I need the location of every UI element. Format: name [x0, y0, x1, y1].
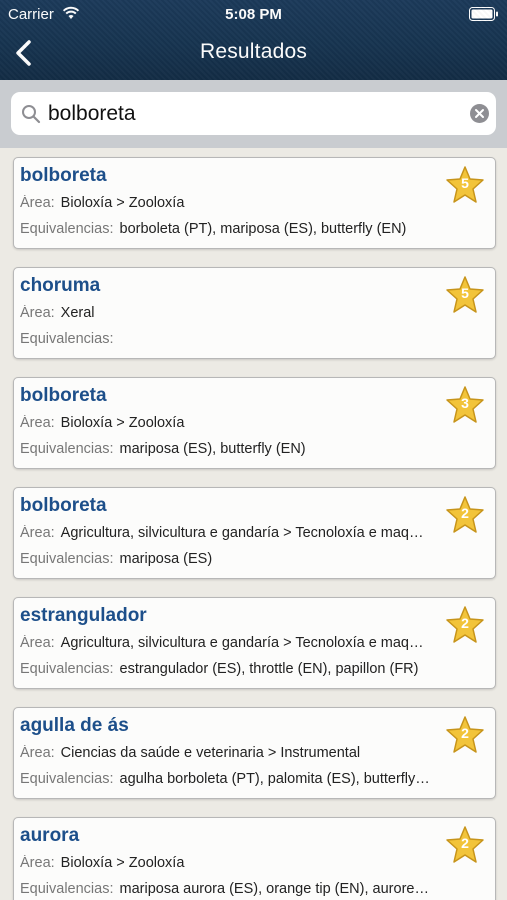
- result-equivalences-row: Equivalencias: borboleta (PT), mariposa (…: [20, 221, 440, 237]
- equivalences-label: Equivalencias:: [20, 551, 114, 567]
- search-input[interactable]: [48, 98, 458, 129]
- equivalences-label: Equivalencias:: [20, 771, 114, 787]
- area-label: Área:: [20, 525, 55, 541]
- result-equivalences-row: Equivalencias: mariposa (ES), butterfly (…: [20, 441, 440, 457]
- result-area-row: Área: Xeral: [20, 305, 440, 321]
- result-equivalences: mariposa (ES), butterfly (EN): [119, 441, 306, 457]
- result-equivalences: mariposa (ES): [119, 551, 213, 567]
- result-area-row: Área: Agricultura, silvicultura e gandarí…: [20, 525, 440, 541]
- result-term: choruma: [20, 275, 101, 296]
- results-list: bolboreta Área: Bioloxía > Zooloxía Equiv…: [0, 148, 507, 900]
- result-term: bolboreta: [20, 385, 107, 406]
- clear-search-icon[interactable]: [470, 104, 489, 123]
- rating-star-icon: 2: [445, 715, 485, 755]
- search-icon: [21, 104, 41, 129]
- rating-value: 2: [461, 505, 469, 521]
- result-equivalences-row: Equivalencias: mariposa aurora (ES), oran…: [20, 881, 440, 897]
- rating-value: 5: [461, 285, 469, 301]
- area-label: Área:: [20, 745, 55, 761]
- result-card[interactable]: estrangulador Área: Agricultura, silvicul…: [13, 597, 496, 689]
- rating-star-icon: 2: [445, 825, 485, 865]
- search-bar-container: [0, 80, 507, 148]
- navigation-bar: Resultados: [0, 28, 507, 80]
- result-term: bolboreta: [20, 165, 107, 186]
- result-area-row: Área: Agricultura, silvicultura e gandarí…: [20, 635, 440, 651]
- result-equivalences: mariposa aurora (ES), orange tip (EN), a…: [119, 881, 429, 897]
- equivalences-label: Equivalencias:: [20, 661, 114, 677]
- result-equivalences: agulha borboleta (PT), palomita (ES), bu…: [119, 771, 430, 787]
- rating-value: 2: [461, 835, 469, 851]
- result-area: Bioloxía > Zooloxía: [60, 415, 185, 431]
- equivalences-label: Equivalencias:: [20, 221, 114, 237]
- rating-value: 5: [461, 175, 469, 191]
- rating-star-icon: 3: [445, 385, 485, 425]
- area-label: Área:: [20, 195, 55, 211]
- status-bar: Carrier 5:08 PM: [0, 0, 507, 28]
- area-label: Área:: [20, 855, 55, 871]
- rating-star-icon: 2: [445, 605, 485, 645]
- result-area-row: Área: Bioloxía > Zooloxía: [20, 195, 440, 211]
- result-card[interactable]: bolboreta Área: Bioloxía > Zooloxía Equiv…: [13, 157, 496, 249]
- rating-value: 2: [461, 725, 469, 741]
- status-time: 5:08 PM: [225, 6, 282, 23]
- result-card[interactable]: bolboreta Área: Agricultura, silvicultura…: [13, 487, 496, 579]
- result-area: Agricultura, silvicultura e gandaría > T…: [60, 525, 424, 541]
- result-equivalences-row: Equivalencias: mariposa (ES): [20, 551, 440, 567]
- result-card[interactable]: aurora Área: Bioloxía > Zooloxía Equivale…: [13, 817, 496, 900]
- result-card[interactable]: choruma Área: Xeral Equivalencias: 5: [13, 267, 496, 359]
- equivalences-label: Equivalencias:: [20, 331, 114, 347]
- result-area: Bioloxía > Zooloxía: [60, 855, 185, 871]
- battery-icon: [469, 7, 499, 25]
- rating-star-icon: 5: [445, 275, 485, 315]
- top-bar: Carrier 5:08 PM Resultados: [0, 0, 507, 80]
- result-card[interactable]: agulla de ás Área: Ciencias da saúde e ve…: [13, 707, 496, 799]
- rating-star-icon: 5: [445, 165, 485, 205]
- result-equivalences-row: Equivalencias:: [20, 331, 440, 347]
- result-area: Xeral: [60, 305, 95, 321]
- equivalences-label: Equivalencias:: [20, 441, 114, 457]
- result-area-row: Área: Ciencias da saúde e veterinaria > I…: [20, 745, 440, 761]
- result-equivalences: estrangulador (ES), throttle (EN), papil…: [119, 661, 419, 677]
- area-label: Área:: [20, 635, 55, 651]
- result-term: bolboreta: [20, 495, 107, 516]
- result-area: Bioloxía > Zooloxía: [60, 195, 185, 211]
- result-term: aurora: [20, 825, 80, 846]
- result-term: estrangulador: [20, 605, 147, 626]
- result-equivalences: borboleta (PT), mariposa (ES), butterfly…: [119, 221, 407, 237]
- rating-star-icon: 2: [445, 495, 485, 535]
- rating-value: 3: [461, 395, 469, 411]
- result-area-row: Área: Bioloxía > Zooloxía: [20, 855, 440, 871]
- result-equivalences-row: Equivalencias: estrangulador (ES), thrott…: [20, 661, 440, 677]
- result-term: agulla de ás: [20, 715, 129, 736]
- area-label: Área:: [20, 415, 55, 431]
- area-label: Área:: [20, 305, 55, 321]
- page-title: Resultados: [199, 40, 308, 63]
- result-card[interactable]: bolboreta Área: Bioloxía > Zooloxía Equiv…: [13, 377, 496, 469]
- rating-value: 2: [461, 615, 469, 631]
- result-equivalences-row: Equivalencias: agulha borboleta (PT), pal…: [20, 771, 440, 787]
- equivalences-label: Equivalencias:: [20, 881, 114, 897]
- search-bar: [11, 92, 496, 135]
- result-area: Ciencias da saúde e veterinaria > Instru…: [60, 745, 361, 761]
- result-area: Agricultura, silvicultura e gandaría > T…: [60, 635, 424, 651]
- result-area-row: Área: Bioloxía > Zooloxía: [20, 415, 440, 431]
